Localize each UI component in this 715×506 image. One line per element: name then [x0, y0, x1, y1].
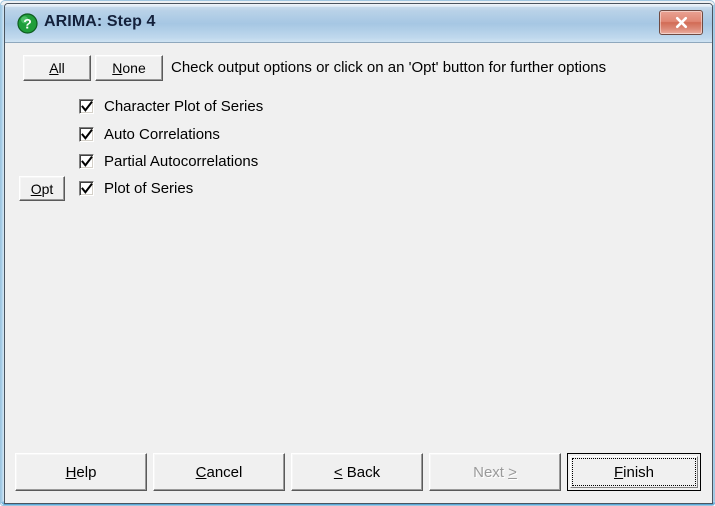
option-row-character-plot-of-series[interactable]: Character Plot of Series	[79, 95, 263, 117]
svg-text:?: ?	[23, 16, 32, 32]
option-row-plot-of-series[interactable]: Plot of Series	[79, 177, 193, 199]
cancel-button[interactable]: Cancel	[153, 453, 285, 491]
option-row-partial-autocorrelations[interactable]: Partial Autocorrelations	[79, 150, 258, 172]
back-button[interactable]: < Back	[291, 453, 423, 491]
checkbox-character-plot-of-series[interactable]	[79, 98, 94, 114]
option-label: Partial Autocorrelations	[104, 152, 259, 170]
close-button[interactable]	[659, 10, 703, 35]
option-label: Auto Correlations	[104, 125, 220, 143]
opt-button-mnemonic: O	[30, 180, 42, 197]
window-frame: ? ARIMA: Step 4 All None Check output op…	[4, 3, 713, 504]
back-button-mnemonic: <	[333, 463, 343, 481]
all-button-label-rest: ll	[58, 60, 65, 76]
checkbox-auto-correlations[interactable]	[79, 126, 94, 142]
titlebar-highlight	[5, 4, 712, 7]
opt-button-label-rest: pt	[41, 180, 54, 197]
cancel-button-mnemonic: C	[195, 463, 207, 481]
next-button-mnemonic: >	[508, 463, 517, 481]
instruction-text: Check output options or click on an 'Opt…	[171, 59, 607, 76]
select-none-button[interactable]: None	[95, 55, 163, 81]
plot-of-series-opt-button[interactable]: Opt	[19, 176, 65, 201]
title-bar[interactable]: ? ARIMA: Step 4	[5, 4, 712, 43]
all-button-mnemonic: A	[49, 60, 59, 76]
help-button[interactable]: Help	[15, 453, 147, 491]
select-all-button[interactable]: All	[23, 55, 91, 81]
option-label: Plot of Series	[104, 179, 194, 197]
checkbox-partial-autocorrelations[interactable]	[79, 153, 94, 169]
finish-button[interactable]: Finish	[567, 453, 701, 491]
option-label: Character Plot of Series	[104, 97, 264, 115]
help-button-mnemonic: H	[65, 463, 77, 481]
question-mark-icon: ?	[17, 13, 38, 34]
none-button-mnemonic: N	[112, 60, 123, 76]
finish-button-label-rest: inish	[623, 463, 655, 481]
finish-button-mnemonic: F	[613, 463, 624, 481]
back-button-label-rest: Back	[342, 463, 381, 481]
none-button-label-rest: one	[122, 60, 146, 76]
help-button-label-rest: elp	[76, 463, 97, 481]
window-title: ARIMA: Step 4	[44, 13, 156, 30]
arima-step4-dialog: ? ARIMA: Step 4 All None Check output op…	[0, 0, 715, 506]
next-button: Next >	[429, 453, 561, 491]
dialog-client-area: All None Check output options or click o…	[5, 43, 712, 503]
close-icon	[660, 11, 702, 34]
cancel-button-label-rest: ancel	[206, 463, 243, 481]
checkbox-plot-of-series[interactable]	[79, 180, 94, 196]
option-row-auto-correlations[interactable]: Auto Correlations	[79, 123, 220, 145]
next-button-label-pre: Next	[473, 463, 509, 481]
